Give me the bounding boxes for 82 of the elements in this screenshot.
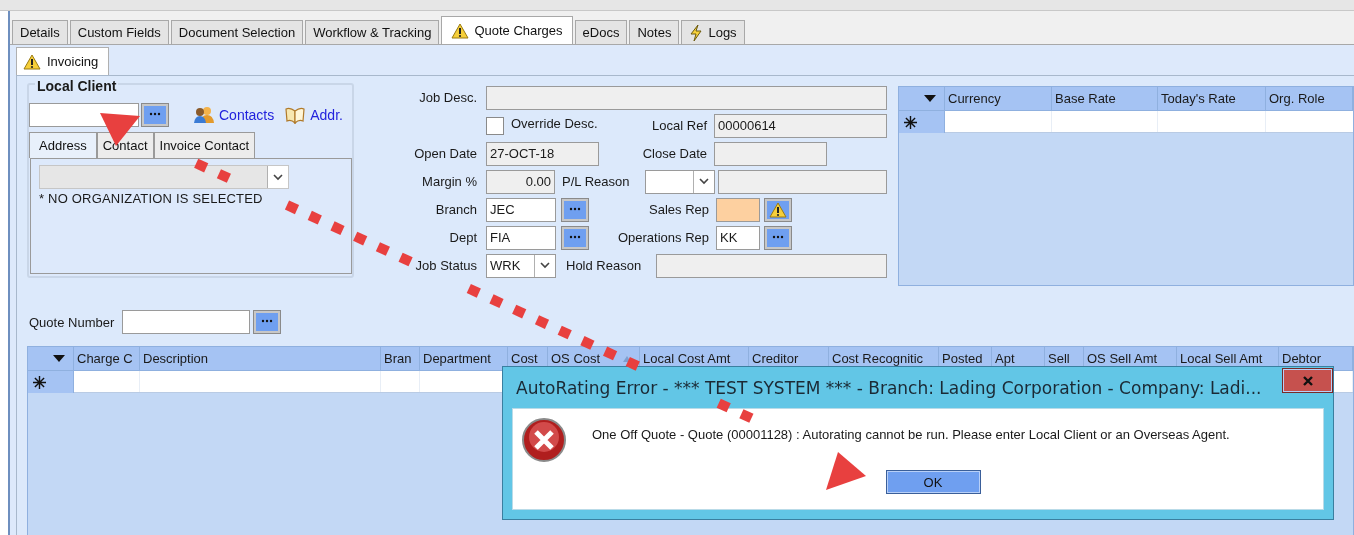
field-label: Branch xyxy=(434,202,477,217)
new-row[interactable] xyxy=(945,111,1353,133)
ok-button[interactable]: OK xyxy=(885,470,981,494)
text-field[interactable]: 00000614 xyxy=(714,113,887,138)
field-label: Job Desc. xyxy=(418,90,477,105)
lookup-button[interactable] xyxy=(141,103,169,127)
text-field[interactable] xyxy=(714,141,827,166)
tab[interactable]: eDocs xyxy=(574,20,628,44)
lookup-button[interactable] xyxy=(253,310,282,334)
field-label: Sales Rep xyxy=(648,202,709,217)
chevron-down-icon xyxy=(540,262,550,269)
dialog-title: AutoRating Error - *** TEST SYSTEM *** - Branch: Lading Corporation - Company: Ladi... xyxy=(515,377,1263,398)
notice-text: * NO ORGANIZATION IS SELECTED xyxy=(39,191,264,206)
tab[interactable]: Address xyxy=(29,132,97,158)
lookup-button[interactable] xyxy=(561,197,589,222)
text-field[interactable]: 0.00 xyxy=(486,169,555,194)
text-field[interactable] xyxy=(122,310,251,334)
dropdown[interactable]: WRK xyxy=(486,253,556,278)
text-field[interactable] xyxy=(718,169,887,194)
field-label: Quote Number xyxy=(29,314,115,330)
field-label: Dept xyxy=(448,230,477,245)
ellipsis-icon xyxy=(569,234,581,239)
field-label: Hold Reason xyxy=(566,258,643,273)
checkbox-label: Override Desc. xyxy=(511,116,599,131)
ellipsis-icon xyxy=(261,319,274,323)
column-header[interactable]: Bran xyxy=(381,347,420,370)
tab[interactable]: Details xyxy=(12,20,68,44)
column-header[interactable]: Base Rate xyxy=(1052,87,1158,110)
error-message: One Off Quote - Quote (00001128) : Autorating cannot be run. Please enter Local Client or an Overseas Agent. xyxy=(592,427,1230,442)
column-header[interactable]: Description xyxy=(140,347,381,370)
warning-icon xyxy=(451,22,470,39)
dropdown[interactable] xyxy=(645,169,715,194)
dropdown-caret-icon xyxy=(53,355,65,362)
chevron-down-icon xyxy=(273,173,283,181)
warning-icon xyxy=(23,53,41,70)
lookup-button[interactable] xyxy=(561,225,589,250)
checkbox[interactable] xyxy=(486,116,504,135)
tab[interactable]: Quote Charges xyxy=(441,16,573,44)
column-header[interactable]: Today's Rate xyxy=(1158,87,1266,110)
close-button[interactable] xyxy=(1282,368,1333,393)
lightning-icon xyxy=(689,23,704,42)
tab[interactable]: Workflow & Tracking xyxy=(305,20,440,44)
link[interactable]: Contacts xyxy=(193,106,275,124)
tab[interactable]: Notes xyxy=(629,20,680,44)
warning-icon xyxy=(769,201,787,218)
text-field[interactable]: KK xyxy=(716,225,760,250)
group-title: Local Client xyxy=(35,78,119,94)
field-label: Job Status xyxy=(414,258,477,273)
new-row-icon xyxy=(33,375,46,389)
column-header[interactable]: Org. Role xyxy=(1266,87,1353,110)
field-label: Close Date xyxy=(641,146,707,161)
text-field[interactable] xyxy=(716,197,760,222)
chevron-down-icon xyxy=(699,178,709,185)
column-header[interactable]: Currency xyxy=(945,87,1052,110)
text-field[interactable] xyxy=(486,85,887,110)
tab[interactable]: Document Selection xyxy=(170,20,304,44)
ellipsis-icon xyxy=(772,234,784,239)
column-header[interactable]: Charge C xyxy=(74,347,140,370)
new-row-icon xyxy=(904,115,917,129)
ellipsis-icon xyxy=(149,112,161,116)
ellipsis-icon xyxy=(569,206,581,211)
field-label: Margin % xyxy=(421,174,477,189)
error-icon xyxy=(521,417,567,463)
field-label: P/L Reason xyxy=(562,174,631,189)
field-label: Operations Rep xyxy=(616,230,709,245)
link[interactable]: Addr. xyxy=(284,106,343,124)
people-icon xyxy=(193,106,215,124)
tab[interactable]: Invoice Contact xyxy=(153,132,256,158)
text-field[interactable]: 27-OCT-18 xyxy=(486,141,599,166)
field-label: Local Ref xyxy=(651,118,707,133)
tab[interactable]: Custom Fields xyxy=(69,20,169,44)
field-label: Open Date xyxy=(413,146,477,161)
dropdown-caret-icon xyxy=(924,95,936,102)
text-field[interactable] xyxy=(656,253,887,278)
dropdown[interactable] xyxy=(39,165,289,189)
book-icon xyxy=(284,106,307,124)
close-icon xyxy=(1301,374,1314,387)
tab[interactable]: Logs xyxy=(681,20,745,44)
warning-button[interactable] xyxy=(764,197,792,222)
text-field[interactable]: JEC xyxy=(486,197,556,222)
text-field[interactable]: FIA xyxy=(486,225,556,250)
tab[interactable]: Invoicing xyxy=(16,47,110,75)
